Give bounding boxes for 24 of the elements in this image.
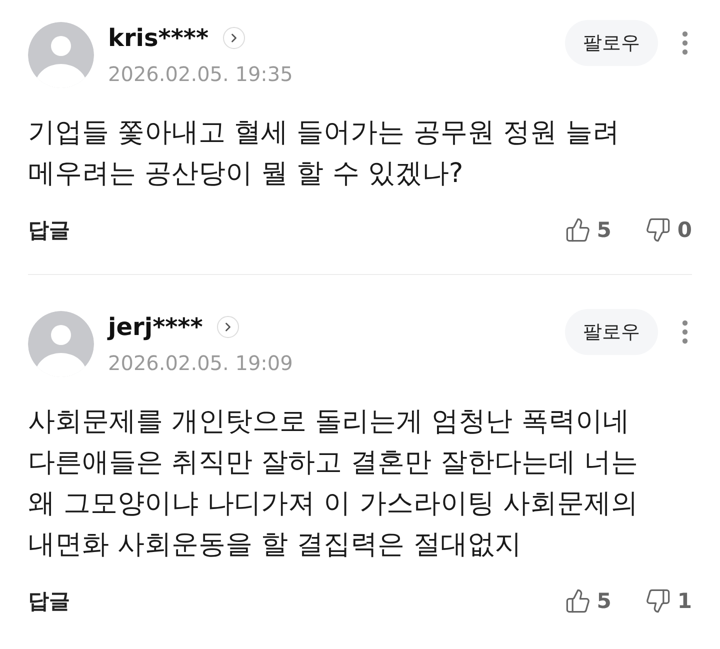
username: kris**** xyxy=(108,24,209,52)
thumbs-down-icon xyxy=(645,588,672,614)
like-button[interactable]: 5 xyxy=(564,217,612,243)
chevron-right-icon[interactable] xyxy=(222,27,245,49)
like-button[interactable]: 5 xyxy=(564,588,612,614)
thumbs-up-icon xyxy=(564,588,591,614)
more-icon[interactable] xyxy=(682,320,688,344)
thumbs-up-icon xyxy=(564,217,591,243)
username: jerj**** xyxy=(108,313,203,341)
avatar-icon xyxy=(28,22,94,88)
follow-button[interactable]: 팔로우 xyxy=(565,309,658,355)
avatar-icon xyxy=(28,311,94,377)
reply-link[interactable]: 답글 xyxy=(28,216,70,244)
dislike-button[interactable]: 1 xyxy=(645,588,692,614)
more-icon[interactable] xyxy=(682,31,688,55)
follow-button[interactable]: 팔로우 xyxy=(565,20,658,66)
comment-date: 2026.02.05. 19:35 xyxy=(108,62,293,86)
thumbs-down-icon xyxy=(645,217,672,243)
comment-text: 기업들 쫓아내고 혈세 들어가는 공무원 정원 늘려 메우려는 공산당이 뭘 할 수 있겠나? xyxy=(28,116,620,191)
comment-date: 2026.02.05. 19:09 xyxy=(108,351,293,375)
reply-link[interactable]: 답글 xyxy=(28,587,70,615)
chevron-right-icon[interactable] xyxy=(216,316,239,338)
dislike-button[interactable]: 0 xyxy=(645,217,692,243)
comment-text: 사회문제를 개인탓으로 돌리는게 엄청난 폭력이네 다른애들은 취직만 잘하고 결혼만 잘한다는데 너는 왜 그모양이냐 나디가져 이 가스라이팅 사회문제의 내면화 사회운동을 할 결집력은 절대없지 xyxy=(28,405,639,562)
